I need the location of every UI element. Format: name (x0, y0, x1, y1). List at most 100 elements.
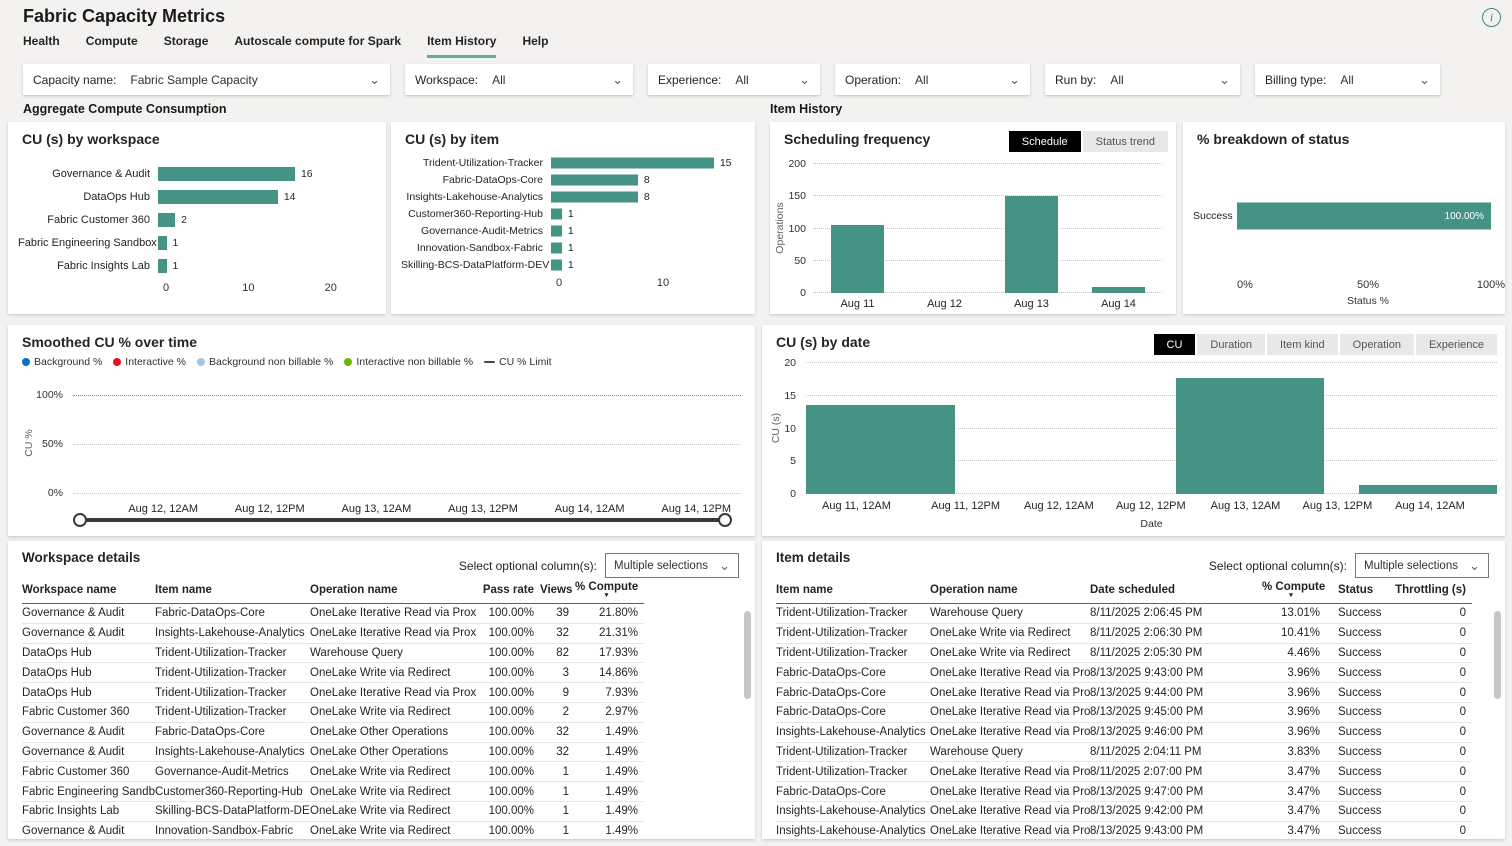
cell-compute: 1.49% (575, 766, 644, 778)
bar[interactable] (158, 213, 175, 227)
cell-item-name: Insights-Lakehouse-Analytics (155, 627, 310, 639)
bar[interactable] (551, 208, 562, 219)
table-row[interactable]: Governance & AuditFabric-DataOps-CoreOne… (22, 723, 644, 743)
bar-1[interactable] (806, 405, 955, 494)
cu-by-date-toggle-duration[interactable]: Duration (1197, 334, 1265, 355)
filter-dropdown-capacity-name[interactable]: Fabric Sample Capacity⌄ (130, 73, 380, 87)
bar[interactable] (158, 190, 278, 204)
column-header-item-name[interactable]: Item name (155, 584, 310, 596)
item-details-optional-columns-dropdown[interactable]: Multiple selections⌄ (1355, 553, 1489, 578)
filter-dropdown-workspace[interactable]: All⌄ (492, 73, 623, 87)
info-icon[interactable]: i (1482, 8, 1501, 27)
legend-item-interactive[interactable]: Interactive % (113, 356, 186, 368)
cell-pass-rate: 100.00% (476, 805, 540, 817)
table-row[interactable]: Governance & AuditFabric-DataOps-CoreOne… (22, 604, 644, 624)
bar[interactable] (158, 167, 295, 181)
column-header-date-scheduled[interactable]: Date scheduled (1090, 584, 1262, 596)
slider-handle-start[interactable] (73, 513, 87, 527)
filter-value: All (1110, 73, 1213, 87)
column-header-operation-name[interactable]: Operation name (310, 584, 476, 596)
tab-compute[interactable]: Compute (86, 34, 138, 58)
table-row[interactable]: Trident-Utilization-TrackerOneLake Write… (776, 624, 1472, 644)
table-row[interactable]: Fabric Customer 360Trident-Utilization-T… (22, 703, 644, 723)
filter-dropdown-billing-type[interactable]: All⌄ (1340, 73, 1430, 87)
legend-item-cu-limit[interactable]: CU % Limit (484, 356, 552, 368)
table-row[interactable]: Fabric-DataOps-CoreOneLake Iterative Rea… (776, 782, 1472, 802)
slider-handle-end[interactable] (718, 513, 732, 527)
column-header-views[interactable]: Views (540, 584, 575, 596)
table-row[interactable]: Trident-Utilization-TrackerWarehouse Que… (776, 743, 1472, 763)
tab-autoscale-compute-for-spark[interactable]: Autoscale compute for Spark (234, 34, 401, 58)
filter-dropdown-operation[interactable]: All⌄ (915, 73, 1020, 87)
table-row[interactable]: DataOps HubTrident-Utilization-TrackerOn… (22, 683, 644, 703)
bar-aug-13[interactable] (1005, 196, 1057, 293)
table-row[interactable]: DataOps HubTrident-Utilization-TrackerWa… (22, 644, 644, 664)
column-header-compute[interactable]: % Compute▾ (1262, 581, 1326, 599)
filter-dropdown-experience[interactable]: All⌄ (735, 73, 810, 87)
table-row[interactable]: Fabric-DataOps-CoreOneLake Iterative Rea… (776, 683, 1472, 703)
table-row[interactable]: Fabric-DataOps-CoreOneLake Iterative Rea… (776, 663, 1472, 683)
column-header-status[interactable]: Status (1326, 584, 1394, 596)
legend-item-background-non-billable[interactable]: Background non billable % (197, 356, 333, 368)
bar[interactable] (158, 236, 167, 250)
bar[interactable] (551, 174, 638, 185)
bar[interactable] (551, 191, 638, 202)
table-row[interactable]: Insights-Lakehouse-AnalyticsOneLake Iter… (776, 723, 1472, 743)
table-row[interactable]: Fabric Engineering SandboxCustomer360-Re… (22, 782, 644, 802)
bar-aug-14[interactable] (1092, 287, 1144, 293)
table-row[interactable]: Trident-Utilization-TrackerOneLake Write… (776, 644, 1472, 664)
table-row[interactable]: Governance & AuditInsights-Lakehouse-Ana… (22, 624, 644, 644)
bar[interactable] (158, 259, 167, 273)
bar-3[interactable] (1359, 485, 1497, 494)
table-row[interactable]: DataOps HubTrident-Utilization-TrackerOn… (22, 663, 644, 683)
cu-by-date-toggle-operation[interactable]: Operation (1340, 334, 1414, 355)
cu-by-date-toggle-cu[interactable]: CU (1154, 334, 1196, 355)
bar[interactable] (551, 225, 562, 236)
table-row[interactable]: Trident-Utilization-TrackerOneLake Itera… (776, 762, 1472, 782)
bar[interactable]: 100.00% (1237, 203, 1491, 230)
column-header-item-name[interactable]: Item name (776, 584, 930, 596)
tab-health[interactable]: Health (23, 34, 60, 58)
workspace-details-scrollbar[interactable] (744, 611, 751, 699)
tab-item-history[interactable]: Item History (427, 34, 496, 58)
table-title: Item details (776, 550, 850, 565)
table-row[interactable]: Insights-Lakehouse-AnalyticsOneLake Iter… (776, 802, 1472, 822)
bar[interactable] (551, 157, 714, 168)
table-row[interactable]: Governance & AuditInnovation-Sandbox-Fab… (22, 822, 644, 839)
bar-2[interactable] (1176, 378, 1325, 494)
cell-workspace-name: Governance & Audit (22, 726, 155, 738)
column-header-pass-rate[interactable]: Pass rate (476, 584, 540, 596)
scheduling-toggle-status-trend[interactable]: Status trend (1083, 131, 1168, 152)
tab-help[interactable]: Help (522, 34, 548, 58)
column-header-throttling-s[interactable]: Throttling (s) (1394, 584, 1472, 596)
workspace-details-optional-columns-dropdown[interactable]: Multiple selections⌄ (605, 553, 739, 578)
column-header-operation-name[interactable]: Operation name (930, 584, 1090, 596)
table-row[interactable]: Fabric Insights LabSkilling-BCS-DataPlat… (22, 802, 644, 822)
column-header-workspace-name[interactable]: Workspace name (22, 584, 155, 596)
page-title: Fabric Capacity Metrics (23, 6, 225, 27)
legend-item-background[interactable]: Background % (22, 356, 102, 368)
filter-dropdown-run-by[interactable]: All⌄ (1110, 73, 1230, 87)
tab-storage[interactable]: Storage (164, 34, 209, 58)
cu-by-date-toggle-item-kind[interactable]: Item kind (1267, 334, 1338, 355)
table-row[interactable]: Governance & AuditInsights-Lakehouse-Ana… (22, 743, 644, 763)
bar-aug-11[interactable] (831, 225, 883, 293)
cell-views: 32 (540, 627, 575, 639)
cell-date-scheduled: 8/13/2025 9:47:00 PM (1090, 786, 1262, 798)
table-row[interactable]: Insights-Lakehouse-AnalyticsOneLake Iter… (776, 822, 1472, 839)
column-header-compute[interactable]: % Compute▾ (575, 581, 644, 599)
bar[interactable] (551, 259, 562, 270)
item-details-table-card: Item details Select optional column(s):M… (762, 541, 1505, 839)
table-row[interactable]: Fabric Customer 360Governance-Audit-Metr… (22, 762, 644, 782)
item-details-scrollbar[interactable] (1494, 611, 1501, 699)
time-range-slider[interactable] (80, 518, 725, 522)
cu-by-date-toggle-experience[interactable]: Experience (1416, 334, 1497, 355)
table-row[interactable]: Fabric-DataOps-CoreOneLake Iterative Rea… (776, 703, 1472, 723)
table-row[interactable]: Trident-Utilization-TrackerWarehouse Que… (776, 604, 1472, 624)
scheduling-toggle-schedule[interactable]: Schedule (1009, 131, 1081, 152)
legend-item-interactive-non-billable[interactable]: Interactive non billable % (344, 356, 473, 368)
cell-item-name: Customer360-Reporting-Hub (155, 786, 310, 798)
bar[interactable] (551, 242, 562, 253)
cell-item-name: Innovation-Sandbox-Fabric (155, 825, 310, 837)
cell-compute: 1.49% (575, 746, 644, 758)
